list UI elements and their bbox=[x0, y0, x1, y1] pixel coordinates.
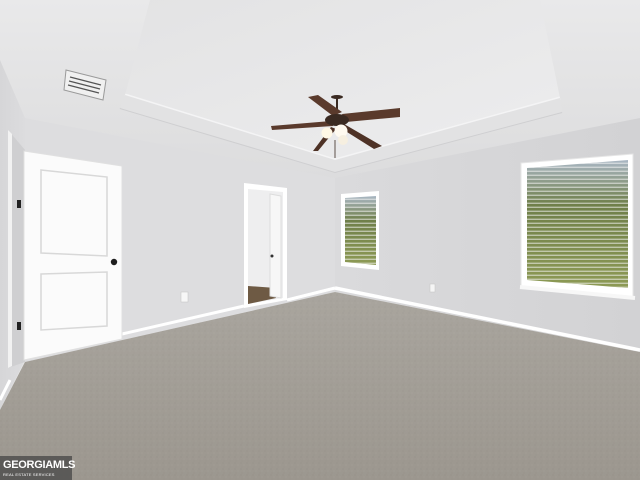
window-small bbox=[341, 191, 379, 270]
left-door bbox=[23, 150, 123, 361]
room-photo bbox=[0, 0, 640, 480]
outlet bbox=[429, 283, 436, 293]
watermark-tagline: REAL ESTATE SERVICES bbox=[3, 472, 55, 477]
watermark: GEORGIAMLS REAL ESTATE SERVICES bbox=[0, 456, 76, 480]
fan-light bbox=[321, 127, 333, 139]
door-knob bbox=[110, 258, 118, 266]
watermark-logo-text: GEORGIAMLS bbox=[3, 459, 76, 471]
window-large bbox=[519, 153, 636, 300]
fan-light bbox=[338, 135, 348, 145]
outlet bbox=[180, 291, 189, 303]
bathroom-doorway bbox=[244, 183, 287, 308]
